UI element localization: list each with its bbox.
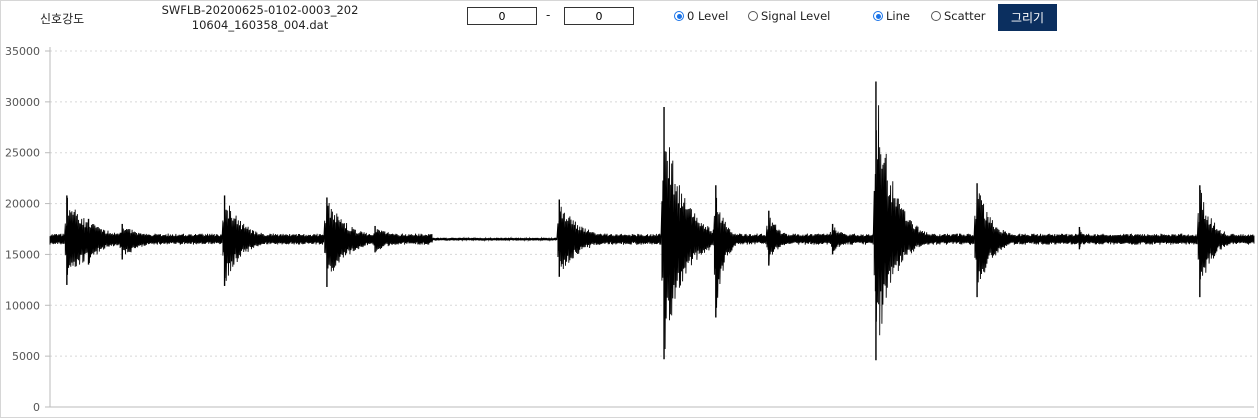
y-tick-label: 30000 — [5, 96, 40, 109]
y-tick-label: 10000 — [5, 299, 40, 312]
chart-grid — [50, 50, 1254, 357]
y-tick-label: 0 — [33, 401, 40, 414]
y-tick-label: 15000 — [5, 248, 40, 261]
y-tick-label: 5000 — [12, 350, 40, 363]
y-tick-label: 20000 — [5, 198, 40, 211]
y-tick-label: 35000 — [5, 45, 40, 58]
plot-area — [49, 81, 1255, 361]
y-tick-label: 25000 — [5, 147, 40, 160]
signal-line-chart: 0 5000 10000 15000 20000 25000 30000 35000 — [5, 45, 1255, 414]
y-axis: 0 5000 10000 15000 20000 25000 30000 35000 — [5, 45, 1254, 414]
series-line — [49, 105, 1255, 351]
